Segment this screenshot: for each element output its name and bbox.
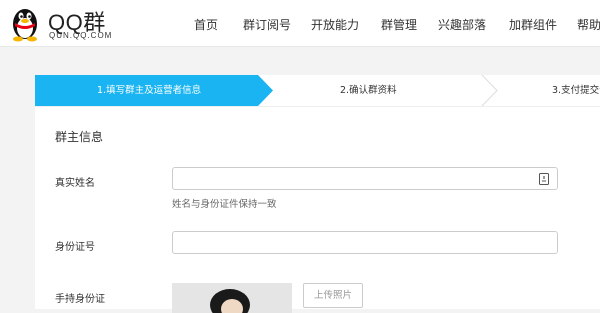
nav-item-open-capability[interactable]: 开放能力 [311,16,359,33]
step-divider [481,75,498,106]
step-3: 3.支付提交认 [552,85,600,96]
id-number-label: 身份证号 [55,242,95,253]
upload-photo-button[interactable]: 上传照片 [303,283,363,308]
id-number-input[interactable] [172,231,558,254]
step-1-active: 1.填写群主及运营者信息 [97,85,202,96]
penguin-icon [13,9,37,42]
real-name-hint: 姓名与身份证件保持一致 [172,199,277,210]
nav-item-subscription[interactable]: 群订阅号 [243,16,291,33]
top-header: QQ群 QUN.QQ.COM 首页 群订阅号 开放能力 群管理 兴趣部落 加群组… [0,0,600,47]
id-photo-label: 手持身份证 [55,294,105,305]
real-name-label: 真实姓名 [55,178,95,189]
certification-form-panel: 1.填写群主及运营者信息 2.确认群资料 3.支付提交认 群主信息 真实姓名 姓… [35,75,600,313]
real-name-input[interactable] [172,167,558,190]
card-icon [539,173,549,185]
progress-steps: 1.填写群主及运营者信息 2.确认群资料 3.支付提交认 [35,75,600,107]
nav-item-help[interactable]: 帮助 [577,16,600,33]
section-title: 群主信息 [55,130,104,144]
step-2: 2.确认群资料 [340,85,397,96]
nav-item-join-widget[interactable]: 加群组件 [509,16,557,33]
qq-group-logo[interactable]: QQ群 QUN.QQ.COM [8,4,123,44]
nav-item-group-manage[interactable]: 群管理 [381,16,417,33]
nav-item-home[interactable]: 首页 [194,16,218,33]
nav-item-interest-tribe[interactable]: 兴趣部落 [438,16,486,33]
brand-subtitle: QUN.QQ.COM [49,31,113,40]
